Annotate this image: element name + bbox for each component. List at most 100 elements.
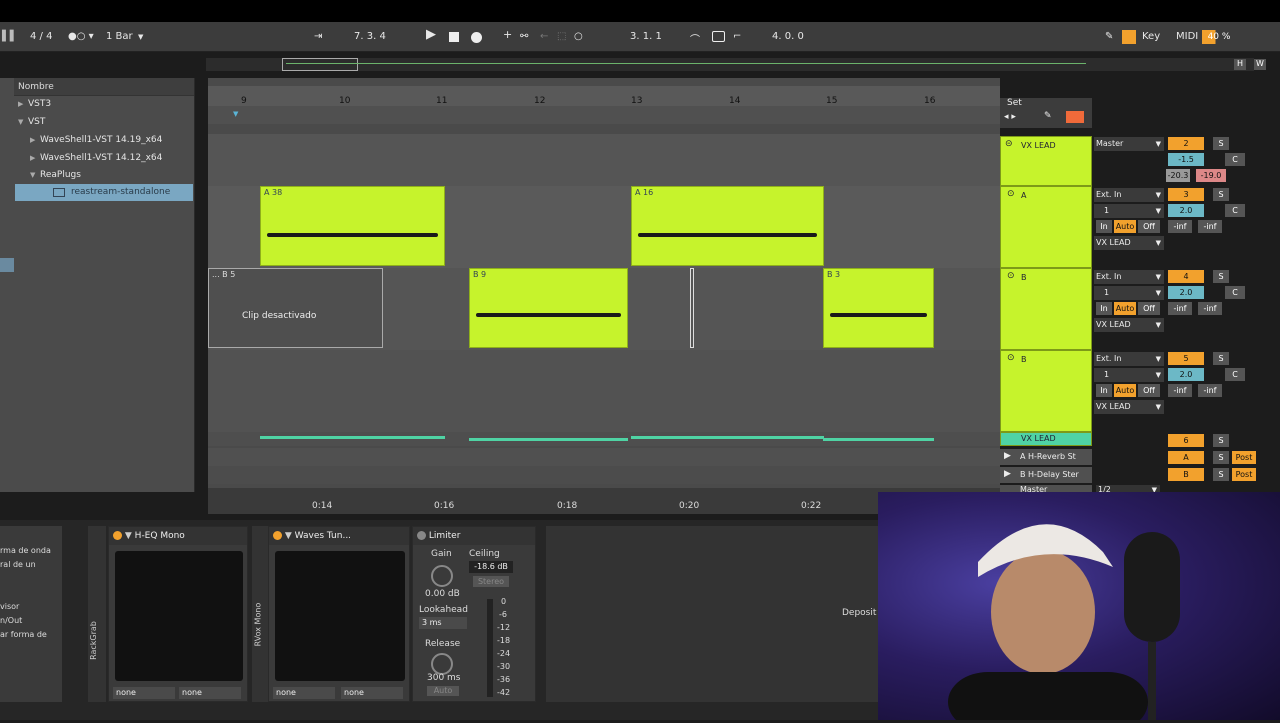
browser-item-waveshell-1419[interactable]: ▶ WaveShell1-VST 14.19_x64 (30, 132, 162, 149)
tiny-clip[interactable] (690, 268, 694, 348)
ceiling-value[interactable]: -18.6 dB (469, 561, 513, 573)
solo-button[interactable]: S (1213, 451, 1229, 464)
monitor-off-button[interactable]: Off (1138, 220, 1160, 233)
power-icon[interactable] (113, 531, 122, 540)
pan-value[interactable]: C (1225, 204, 1245, 217)
track-vx-lead[interactable]: ⊝ VX LEAD (1000, 136, 1092, 186)
power-icon[interactable] (273, 531, 282, 540)
time-signature[interactable]: 4 / 4 (30, 31, 52, 42)
metronome-icon[interactable]: ●○ ▾ (68, 31, 94, 42)
punch-out-icon[interactable]: ⌐ (733, 31, 741, 42)
track-number[interactable]: 2 (1168, 137, 1204, 150)
return-letter[interactable]: A (1168, 451, 1204, 464)
track-vx-lead-summary[interactable]: VX LEAD (1000, 432, 1092, 446)
input-type-select[interactable]: Ext. In (1094, 352, 1164, 366)
preset-select[interactable]: none (179, 687, 241, 699)
quantize-select[interactable]: 1 Bar (106, 31, 133, 42)
solo-button[interactable]: S (1213, 188, 1229, 201)
browser-header[interactable]: Nombre (14, 78, 194, 96)
track-a[interactable]: ⊙ A (1000, 186, 1092, 268)
monitor-in-button[interactable]: In (1096, 302, 1112, 315)
volume-value[interactable]: 2.0 (1168, 204, 1204, 217)
plugin-display[interactable] (275, 551, 405, 681)
return-track-b[interactable]: ▶ B H-Delay Ster (1000, 467, 1092, 483)
fold-icon[interactable]: ⊝ (1005, 139, 1013, 149)
output-select[interactable]: VX LEAD (1094, 400, 1164, 414)
deactivated-clip[interactable]: ... B 5 Clip desactivado (208, 268, 383, 348)
overdub-icon[interactable]: + (503, 28, 512, 41)
arrangement-overview[interactable] (206, 58, 1254, 71)
stop-button[interactable] (449, 32, 459, 42)
plugin-display[interactable] (115, 551, 243, 681)
volume-value[interactable]: 2.0 (1168, 368, 1204, 381)
return-letter[interactable]: B (1168, 468, 1204, 481)
pan-value[interactable]: C (1225, 286, 1245, 299)
loop-icon[interactable] (712, 31, 725, 42)
browser-item-vst[interactable]: ▼ VST (18, 114, 45, 131)
device-drop-area[interactable]: Deposit (546, 526, 878, 702)
lookahead-select[interactable]: 3 ms (419, 617, 467, 629)
input-type-select[interactable]: Ext. In (1094, 270, 1164, 284)
lane-b[interactable]: ... B 5 Clip desactivado B 9 B 3 (208, 268, 1000, 350)
play-button[interactable]: ▶ (426, 27, 436, 42)
track-number[interactable]: 5 (1168, 352, 1204, 365)
power-icon[interactable] (417, 531, 426, 540)
track-number[interactable]: 4 (1168, 270, 1204, 283)
tap-icon[interactable]: ▌▌ (2, 31, 17, 42)
volume-value[interactable]: 2.0 (1168, 286, 1204, 299)
lane-return-b[interactable] (208, 466, 1000, 484)
lock-icon[interactable] (1066, 111, 1084, 123)
lane-a[interactable]: A 38 A 16 (208, 186, 1000, 268)
capture-icon[interactable]: ⬚ (557, 31, 566, 42)
auto-release-button[interactable]: Auto (427, 686, 459, 696)
audio-clip[interactable]: A 16 (631, 186, 824, 266)
stereo-button[interactable]: Stereo (473, 576, 509, 587)
browser-item-reaplugs[interactable]: ▼ ReaPlugs (30, 167, 81, 184)
track-b[interactable]: ⊙ B (1000, 268, 1092, 350)
key-map-button[interactable]: Key (1142, 31, 1160, 42)
fold-icon[interactable]: ▼ (125, 531, 132, 541)
beat-ruler[interactable]: 9 10 11 12 13 14 15 16 (208, 86, 1000, 106)
device-title-bar[interactable]: Limiter (413, 527, 535, 545)
lane-return-a[interactable] (208, 448, 1000, 466)
monitor-auto-button[interactable]: Auto (1114, 220, 1136, 233)
volume-value[interactable]: -1.5 (1168, 153, 1204, 166)
solo-button[interactable]: S (1213, 137, 1229, 150)
overview-viewport[interactable] (282, 58, 358, 71)
input-channel-select[interactable]: 1 (1094, 204, 1164, 218)
overview-h-button[interactable]: H (1234, 59, 1246, 70)
audio-clip[interactable]: A 38 (260, 186, 445, 266)
chevron-down-icon[interactable]: ▼ (138, 33, 143, 41)
record-button[interactable] (471, 32, 482, 43)
audio-clip[interactable]: B 3 (823, 268, 934, 348)
pan-value[interactable]: C (1225, 153, 1245, 166)
draw-mode-icon[interactable]: ✎ (1105, 31, 1113, 42)
session-record-icon[interactable]: ○ (574, 31, 583, 42)
solo-button[interactable]: S (1213, 434, 1229, 447)
edit-icon[interactable]: ✎ (1044, 111, 1052, 121)
track-b-2[interactable]: ⊙ B (1000, 350, 1092, 432)
solo-button[interactable]: S (1213, 352, 1229, 365)
lane-group-summary[interactable] (208, 432, 1000, 446)
output-select[interactable]: VX LEAD (1094, 236, 1164, 250)
monitor-auto-button[interactable]: Auto (1114, 302, 1136, 315)
preset-select[interactable]: none (341, 687, 403, 699)
monitor-off-button[interactable]: Off (1138, 384, 1160, 397)
input-channel-select[interactable]: 1 (1094, 286, 1164, 300)
post-button[interactable]: Post (1232, 451, 1256, 464)
track-activator-icon[interactable]: ⊙ (1007, 189, 1015, 199)
punch-in-icon[interactable]: ⌒ (690, 31, 700, 46)
output-select[interactable]: VX LEAD (1094, 318, 1164, 332)
return-track-a[interactable]: ▶ A H-Reverb St (1000, 449, 1092, 465)
input-type-select[interactable]: Ext. In (1094, 188, 1164, 202)
time-ruler[interactable]: 0:14 0:16 0:18 0:20 0:22 (208, 498, 878, 514)
follow-icon[interactable]: ⇥ (314, 31, 322, 42)
fold-icon[interactable]: ▼ (285, 531, 292, 541)
track-activator-icon[interactable]: ⊙ (1007, 271, 1015, 281)
solo-button[interactable]: S (1213, 270, 1229, 283)
locator-strip[interactable]: ▼ (208, 106, 1000, 124)
monitor-auto-button[interactable]: Auto (1114, 384, 1136, 397)
release-knob[interactable] (431, 653, 453, 675)
back-to-arrangement-icon[interactable]: ← (540, 31, 548, 42)
track-number[interactable]: 6 (1168, 434, 1204, 447)
